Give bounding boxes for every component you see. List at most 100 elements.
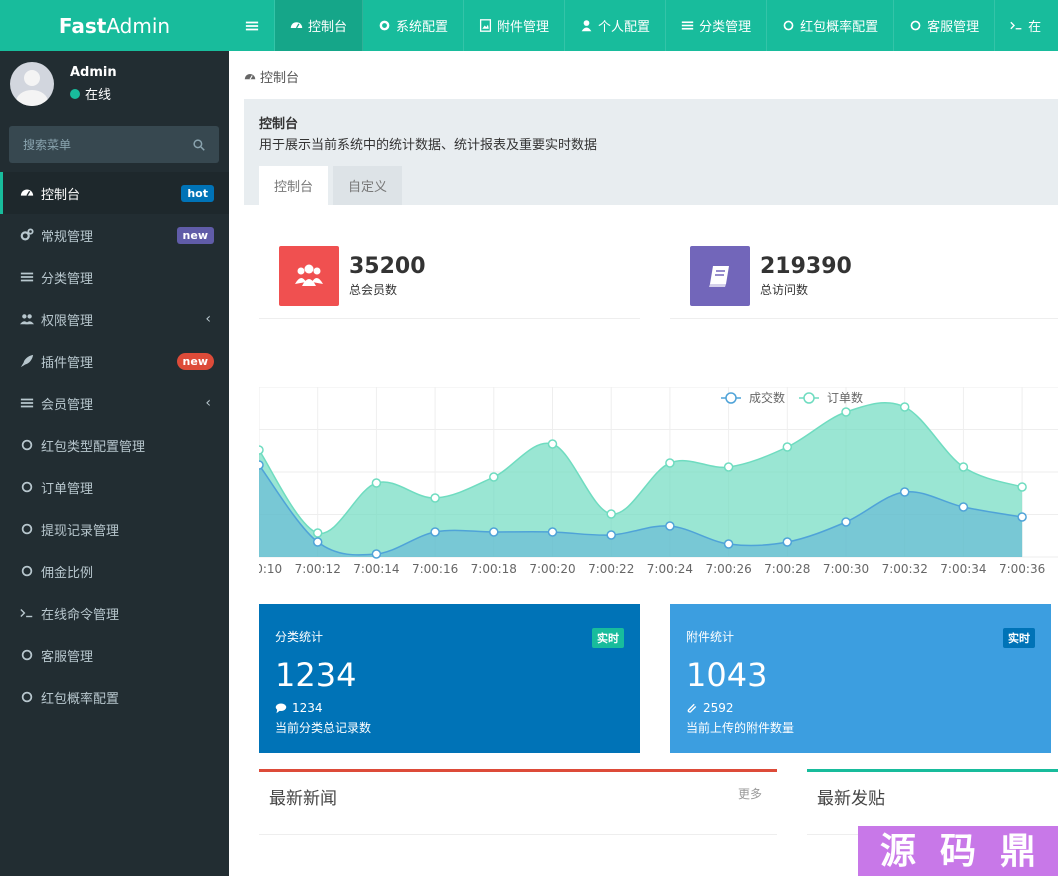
nav-tab-label: 在 <box>1028 20 1042 35</box>
user-icon <box>581 20 592 32</box>
nav-tab-redpacket-prob[interactable]: 红包概率配置 <box>767 0 895 51</box>
data-point <box>312 528 323 538</box>
sidebar-item-service[interactable]: 客服管理 <box>0 634 229 676</box>
sidebar-item-auth[interactable]: 权限管理 ‹ <box>0 298 229 340</box>
x-tick-label: 7:00:24 <box>647 562 693 576</box>
infobox-value: 1043 <box>686 656 768 694</box>
dashboard-icon <box>290 22 303 29</box>
sidebar-item-label: 在线命令管理 <box>41 607 120 623</box>
circle-icon <box>20 564 34 578</box>
sidebar-item-label: 权限管理 <box>41 313 94 329</box>
online-dot-icon <box>70 88 80 99</box>
sidebar-item-order[interactable]: 订单管理 <box>0 466 229 508</box>
users-icon <box>295 264 323 286</box>
sidebar-item-addon[interactable]: 插件管理 new <box>0 340 229 382</box>
news-box-title: 最新发贴 <box>817 789 885 809</box>
sidebar-item-label: 佣金比例 <box>41 565 94 581</box>
user-name: Admin <box>70 65 117 80</box>
sidebar-item-general[interactable]: 常规管理 new <box>0 214 229 256</box>
logo[interactable]: Fast Admin <box>0 0 229 51</box>
sidebar-item-redpacket-type[interactable]: 红包类型配置管理 <box>0 424 229 466</box>
sidebar-item-withdraw[interactable]: 提现记录管理 <box>0 508 229 550</box>
search-input[interactable]: 搜索菜单 <box>9 126 219 163</box>
area-chart[interactable]: 7:00:10 7:00:12 7:00:14 7:00:16 7:00:18 7:00:… <box>259 387 1058 577</box>
dashboard-icon <box>20 186 34 200</box>
panel-tabs: 控制台 自定义 <box>259 166 407 205</box>
x-tick-label: 7:00:26 <box>705 562 751 576</box>
rocket-icon <box>20 354 34 368</box>
nav-tab-config[interactable]: 系统配置 <box>363 0 465 51</box>
circle-icon <box>20 480 34 494</box>
legend-label: 成交数 <box>749 390 785 405</box>
file-image-icon <box>480 19 492 32</box>
infobox-desc: 当前分类总记录数 <box>275 721 372 735</box>
sidebar-item-label: 控制台 <box>41 187 81 203</box>
nav-tab-profile[interactable]: 个人配置 <box>565 0 667 51</box>
search-placeholder: 搜索菜单 <box>23 138 72 152</box>
nav-tab-dashboard[interactable]: 控制台 <box>275 0 364 51</box>
infobox-title: 附件统计 <box>686 630 735 644</box>
nav-tab-category[interactable]: 分类管理 <box>666 0 768 51</box>
data-point <box>1017 482 1027 492</box>
legend-marker <box>803 392 815 404</box>
main-content: 控制台 控制台 用于展示当前系统中的统计数据、统计报表及重要实时数据 控制台 自… <box>229 51 1058 876</box>
data-point <box>782 537 793 547</box>
sidebar-item-label: 红包类型配置管理 <box>41 439 146 455</box>
nav-tab-service[interactable]: 客服管理 <box>894 0 996 51</box>
search-icon[interactable] <box>193 138 205 151</box>
chevron-left-icon: ‹ <box>205 311 211 327</box>
watermark-char: 源 <box>879 830 916 872</box>
sidebar-toggle-button[interactable] <box>229 0 275 51</box>
breadcrumb-label[interactable]: 控制台 <box>260 67 299 86</box>
sidebar-item-dashboard[interactable]: 控制台 hot <box>0 172 229 214</box>
nav-tab-label: 附件管理 <box>497 20 550 35</box>
x-tick-label: 7:00:34 <box>940 562 986 576</box>
sidebar-item-label: 提现记录管理 <box>41 523 120 539</box>
infobox-title: 分类统计 <box>275 630 324 644</box>
top-navbar: 控制台 系统配置 附件管理 个人配置 分类管理 红包概率配置 客服管理 在 <box>229 0 1058 51</box>
data-point <box>899 402 910 412</box>
tab-dashboard[interactable]: 控制台 <box>259 166 329 205</box>
infobox-sub-value: 1234 <box>292 701 323 715</box>
sidebar: Fast Admin Admin 在线 搜索菜单 控制台 hot 常规管理 new… <box>0 0 229 876</box>
logo-part-light: Admin <box>106 13 171 38</box>
sidebar-item-user[interactable]: 会员管理 ‹ <box>0 382 229 424</box>
nav-tab-command[interactable]: 在 <box>995 0 1056 51</box>
nav-tab-attachment[interactable]: 附件管理 <box>464 0 566 51</box>
data-point <box>606 509 616 519</box>
realtime-badge: 实时 <box>1003 628 1035 648</box>
panel-description: 用于展示当前系统中的统计数据、统计报表及重要实时数据 <box>259 138 598 153</box>
stat-icon-box <box>279 245 339 306</box>
panel-title: 控制台 <box>259 117 299 132</box>
nav-tab-label: 个人配置 <box>598 20 651 35</box>
sidebar-item-category[interactable]: 分类管理 <box>0 256 229 298</box>
infobox-attachment: 附件统计 实时 1043 2592 当前上传的附件数量 <box>670 604 1051 753</box>
more-link[interactable]: 更多 <box>738 785 762 802</box>
sidebar-item-label: 分类管理 <box>41 271 94 287</box>
data-point <box>1017 512 1027 522</box>
news-box-title: 最新新闻 <box>269 789 337 809</box>
x-tick-label: 7:00:30 <box>823 562 869 576</box>
stat-icon-box <box>690 245 750 306</box>
x-tick-label: 7:00:22 <box>588 562 634 576</box>
data-point <box>958 462 969 472</box>
infobox-sub: 2592 <box>686 701 734 715</box>
chevron-left-icon: ‹ <box>205 395 211 411</box>
news-box-latest-news: 最新新闻 更多 <box>259 769 777 835</box>
avatar[interactable] <box>10 62 54 106</box>
nav-tab-label: 客服管理 <box>927 20 980 35</box>
list-icon <box>20 270 34 284</box>
sidebar-item-redpacket-prob[interactable]: 红包概率配置 <box>0 676 229 718</box>
nav-tab-label: 红包概率配置 <box>800 20 879 35</box>
list-icon <box>681 21 694 30</box>
sidebar-menu: 控制台 hot 常规管理 new 分类管理 权限管理 ‹ 插件管理 new 会员… <box>0 172 229 718</box>
group-icon <box>20 312 34 326</box>
user-status: 在线 <box>70 84 117 103</box>
sidebar-item-commission[interactable]: 佣金比例 <box>0 550 229 592</box>
breadcrumb: 控制台 <box>244 67 299 86</box>
watermark: 源 码 鼎 <box>858 826 1058 876</box>
terminal-icon <box>20 606 34 620</box>
hamburger-icon <box>245 21 258 30</box>
sidebar-item-command[interactable]: 在线命令管理 <box>0 592 229 634</box>
tab-custom[interactable]: 自定义 <box>333 166 403 205</box>
